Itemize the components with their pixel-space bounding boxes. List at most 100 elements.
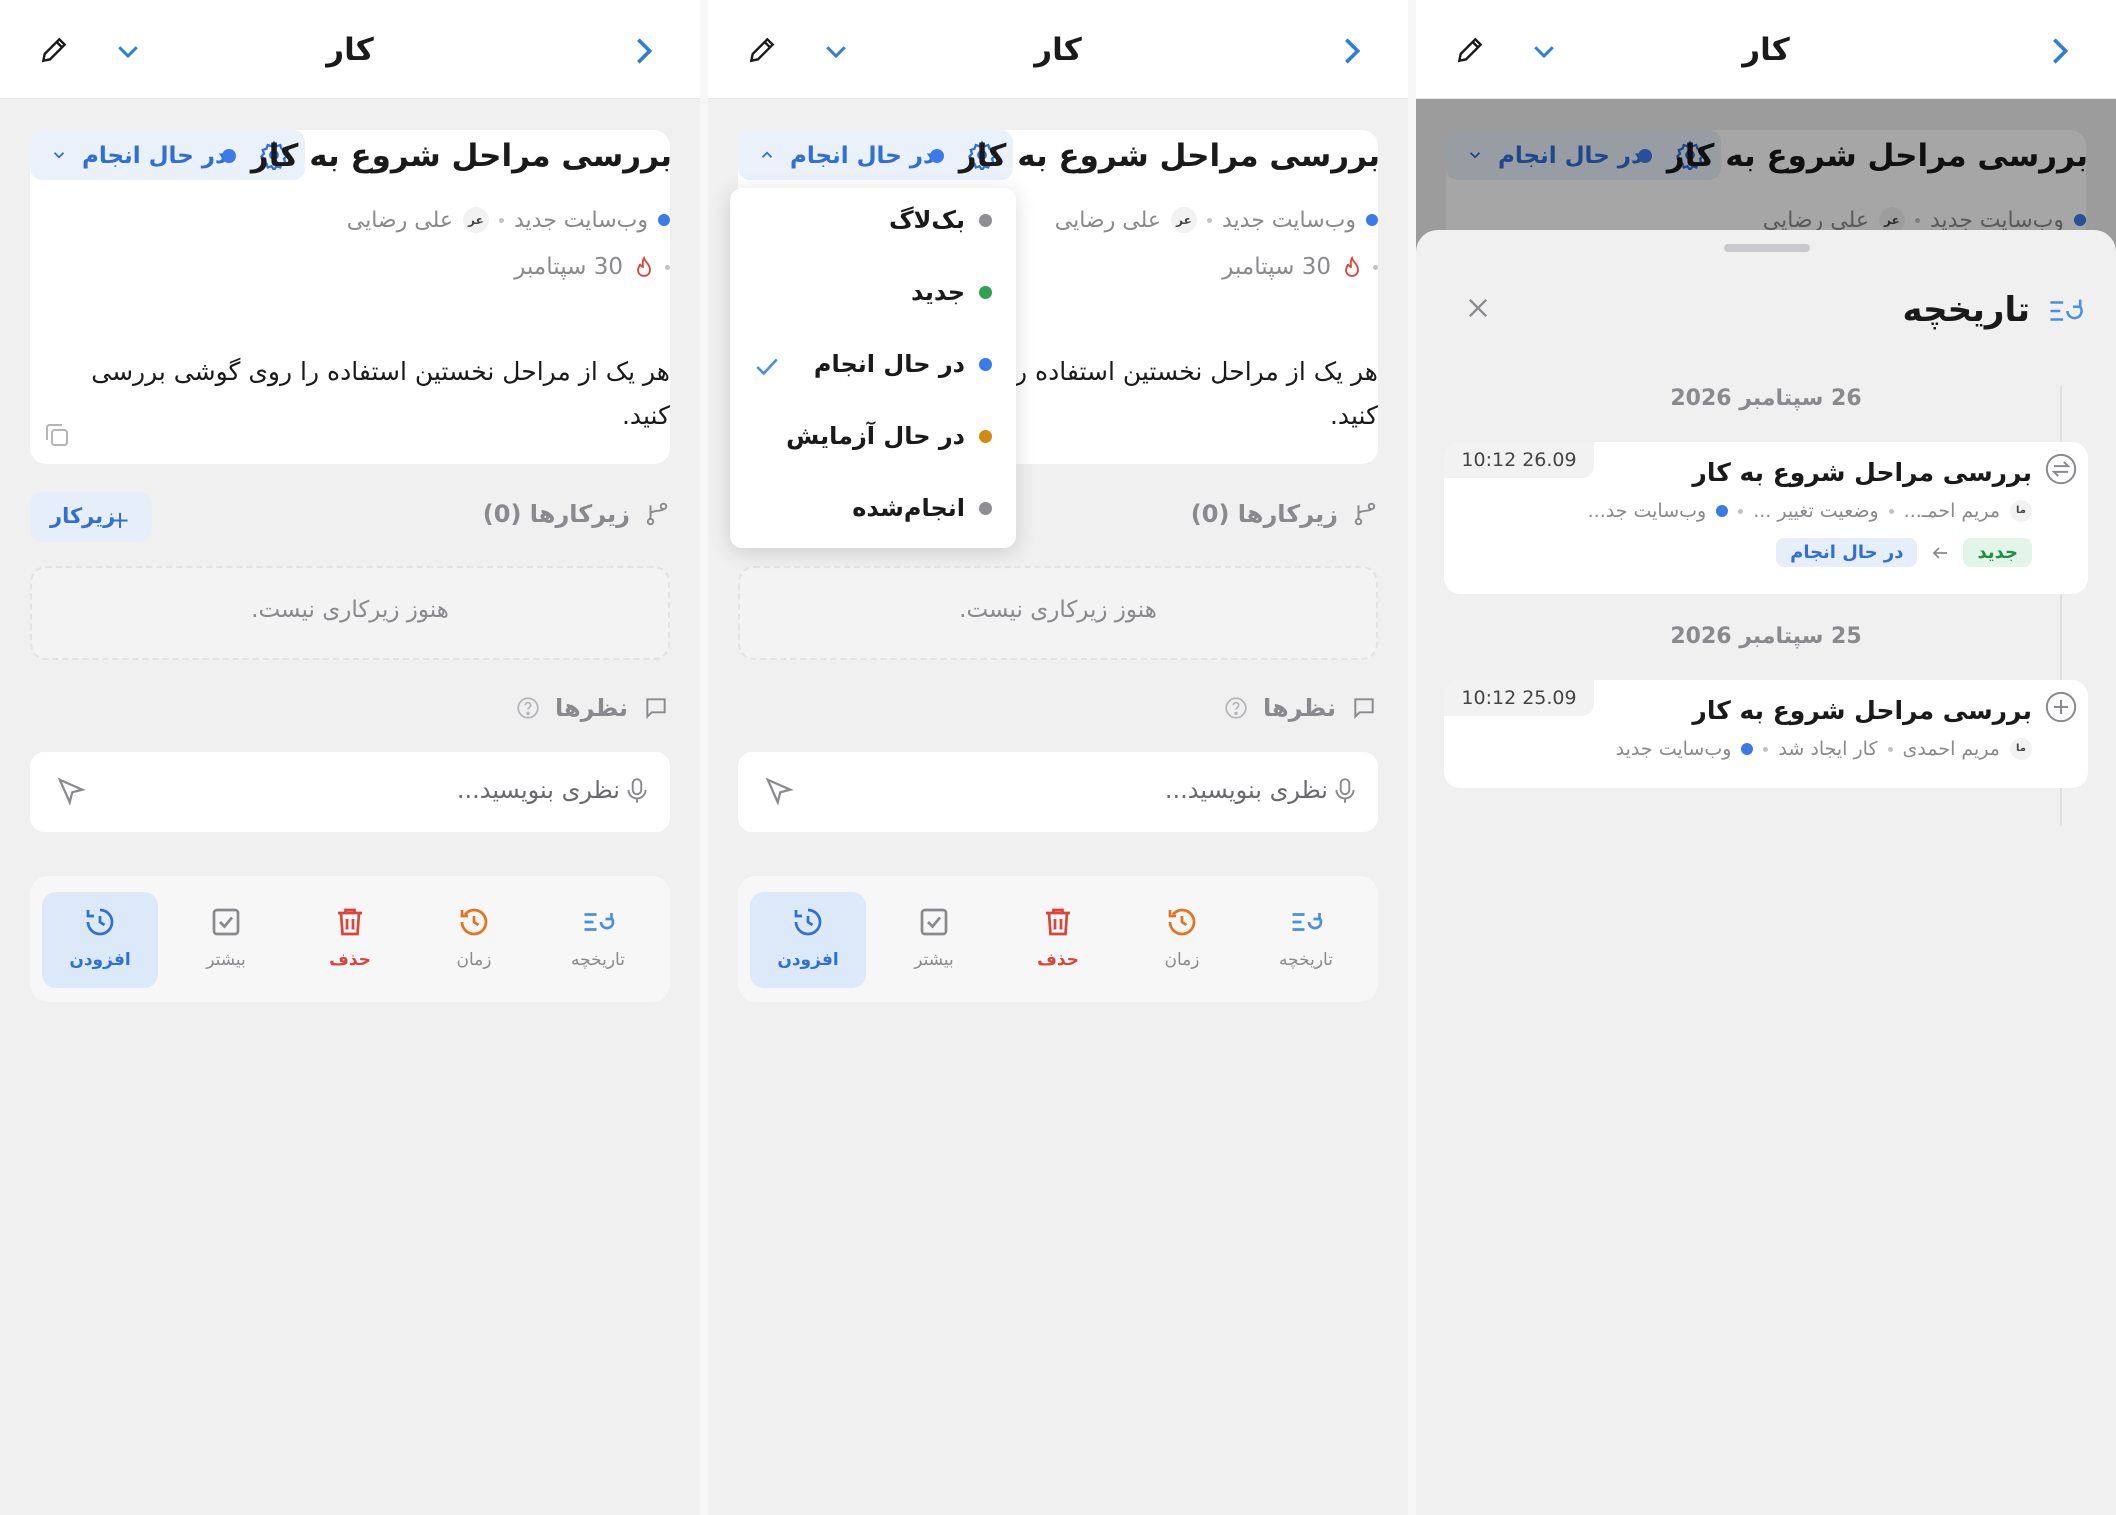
project-dot — [1741, 743, 1754, 755]
action-label: حذف — [1037, 950, 1079, 970]
close-icon[interactable] — [1464, 294, 1492, 322]
delete-action-button[interactable]: حذف — [1000, 892, 1116, 988]
separator-dot — [498, 217, 504, 223]
time-action-button[interactable]: زمان — [1124, 892, 1240, 988]
history-list-icon — [584, 913, 615, 931]
chevron-down-icon[interactable] — [50, 146, 68, 164]
separator-dot — [1887, 746, 1893, 752]
more-action-button[interactable]: بیشتر — [876, 892, 992, 988]
entry-action: وضعیت تغییر ... — [1753, 500, 1879, 522]
separator-dot — [665, 264, 670, 270]
send-icon[interactable] — [56, 776, 86, 806]
due-date: 30 سپتامبر — [1222, 254, 1331, 280]
checkbox-icon — [920, 908, 948, 936]
add-subtask-label[interactable]: زیرکار — [50, 504, 115, 528]
status-option-in-progress[interactable]: در حال انجام — [814, 350, 992, 378]
chevron-up-icon[interactable] — [758, 146, 776, 164]
flame-icon — [1345, 256, 1359, 277]
separator-dot — [1206, 217, 1212, 223]
subtasks-heading: زیرکارها (0) — [483, 500, 670, 528]
comment-icon — [646, 698, 666, 720]
add-action-button[interactable]: افزودن — [750, 892, 866, 988]
entry-title: بررسی مراحل شروع به کار — [1692, 696, 2032, 725]
comments-heading: نظرها — [515, 694, 670, 722]
status-option-label: بک‌لاگ — [888, 206, 965, 234]
sheet-drag-handle[interactable] — [1724, 244, 1810, 252]
history-sheet: تاریخچه 26 سپتامبر 2026 10:12 26.09 بررس… — [1416, 230, 2116, 1515]
branch-icon — [1354, 502, 1376, 526]
help-icon[interactable] — [1223, 695, 1249, 721]
project-name: وب‌سایت جدید — [513, 207, 648, 233]
checkmark-icon — [756, 358, 778, 376]
history-entry[interactable]: 10:12 26.09 بررسی مراحل شروع به کار ما م… — [1444, 442, 2088, 594]
swap-icon — [2045, 453, 2077, 485]
task-title: بررسی مراحل شروع به کار — [250, 138, 672, 174]
history-action-button[interactable]: تاریخچه — [540, 892, 656, 988]
from-status-badge: جدید — [1963, 538, 2032, 567]
status-color-dot — [979, 429, 992, 443]
entry-user: مریم احمـ... — [1903, 500, 2000, 522]
comment-placeholder[interactable]: نظری بنویسید... — [457, 776, 620, 804]
copy-icon[interactable] — [42, 420, 72, 450]
back-chevron-icon[interactable] — [632, 34, 656, 68]
status-change: جدید در حال انجام — [1776, 538, 2032, 567]
avatar: ما — [2010, 738, 2032, 760]
task-meta-row: وب‌سایت جدید عر علی رضایی — [347, 207, 670, 233]
entry-meta: ما مریم احمـ... وضعیت تغییر ... وب‌سایت … — [1588, 500, 2032, 522]
action-label: زمان — [1164, 950, 1200, 970]
microphone-icon[interactable] — [1332, 776, 1358, 806]
status-option-label: در حال انجام — [813, 350, 965, 378]
task-description: هر یک از مراحل نخستین استفاده را روی گوش… — [91, 357, 670, 430]
subtasks-empty-text: هنوز زیرکاری نیست. — [959, 597, 1157, 623]
top-bar: کار — [0, 0, 700, 99]
panel-divider — [700, 0, 708, 1515]
project-dot — [658, 214, 670, 226]
trash-icon — [338, 908, 362, 936]
task-history-screen: کار در حال انجام بررسی مراحل شروع به کار… — [1416, 0, 2116, 1515]
assignee-name: علی رضایی — [1054, 207, 1161, 233]
action-label: حذف — [329, 950, 371, 970]
flame-icon — [637, 256, 651, 277]
back-chevron-icon[interactable] — [1340, 34, 1364, 68]
back-chevron-icon[interactable] — [2048, 34, 2072, 68]
delete-action-button[interactable]: حذف — [292, 892, 408, 988]
comment-placeholder[interactable]: نظری بنویسید... — [1165, 776, 1328, 804]
task-title: بررسی مراحل شروع به کار — [958, 138, 1380, 174]
separator-dot — [1763, 746, 1769, 752]
add-action-button[interactable]: افزودن — [42, 892, 158, 988]
entry-user: مریم احمدی — [1902, 738, 2001, 760]
action-label: افزودن — [777, 950, 839, 970]
status-option-new[interactable]: جدید — [911, 278, 992, 306]
arrow-left-icon — [1933, 546, 1948, 559]
assignee-name: علی رضایی — [346, 207, 453, 233]
status-option-done[interactable]: انجام‌شده — [852, 494, 992, 522]
entry-time: 10:12 25.09 — [1444, 680, 1594, 716]
avatar: ما — [2010, 500, 2032, 522]
send-icon[interactable] — [764, 776, 794, 806]
due-row: 30 سپتامبر — [514, 254, 670, 280]
history-action-button[interactable]: تاریخچه — [1248, 892, 1364, 988]
plus-circle-icon — [2045, 691, 2077, 723]
top-bar: کار — [708, 0, 1408, 99]
status-color-dot — [979, 501, 992, 515]
status-label[interactable]: در حال انجام — [790, 143, 935, 169]
task-meta-row: وب‌سایت جدید عر علی رضایی — [1055, 207, 1378, 233]
date-separator: 25 سپتامبر 2026 — [1670, 624, 1862, 649]
comment-icon — [1354, 698, 1374, 720]
more-action-button[interactable]: بیشتر — [168, 892, 284, 988]
history-title: تاریخچه — [1902, 290, 2031, 330]
status-option-backlog[interactable]: بک‌لاگ — [889, 206, 992, 234]
help-icon[interactable] — [515, 695, 541, 721]
status-label[interactable]: در حال انجام — [82, 143, 227, 169]
status-option-testing[interactable]: در حال آزمایش — [786, 422, 992, 450]
history-entry[interactable]: 10:12 25.09 بررسی مراحل شروع به کار ما م… — [1444, 680, 2088, 788]
date-separator: 26 سپتامبر 2026 — [1670, 386, 1862, 411]
action-label: بیشتر — [206, 950, 246, 970]
subtasks-title: زیرکارها (0) — [1190, 500, 1338, 528]
microphone-icon[interactable] — [624, 776, 650, 806]
separator-dot — [1373, 264, 1378, 270]
subtasks-title: زیرکارها (0) — [482, 500, 630, 528]
status-dot — [930, 149, 944, 163]
history-list-icon — [1292, 913, 1323, 931]
time-action-button[interactable]: زمان — [416, 892, 532, 988]
